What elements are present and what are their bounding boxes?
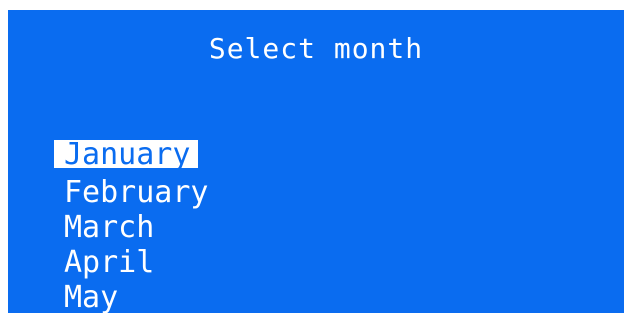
month-item-march[interactable]: March — [54, 210, 217, 245]
month-select-screen: Select month January February March Apri… — [8, 10, 624, 313]
month-item-may[interactable]: May — [54, 280, 217, 313]
screen-title: Select month — [208, 32, 424, 65]
month-item-february[interactable]: February — [54, 175, 217, 210]
month-item-january[interactable]: January — [54, 140, 199, 170]
month-item-april[interactable]: April — [54, 245, 217, 280]
month-list: January February March April May — [54, 140, 217, 313]
